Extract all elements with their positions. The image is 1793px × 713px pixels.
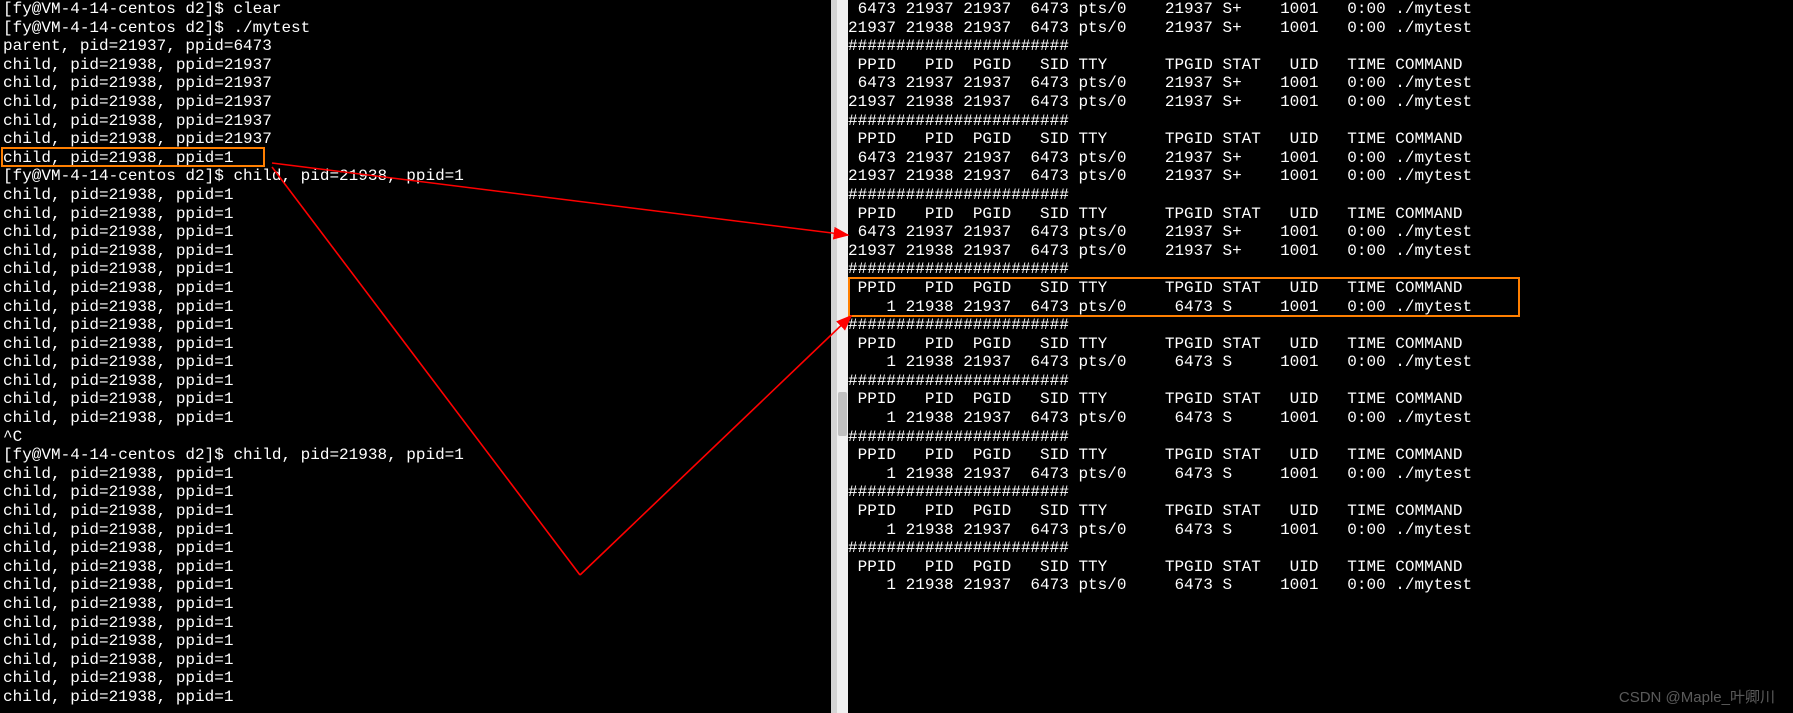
- terminal-line: #######################: [848, 37, 1790, 56]
- terminal-line: [fy@VM-4-14-centos d2]$ clear: [3, 0, 831, 19]
- terminal-line: child, pid=21938, ppid=1: [3, 205, 831, 224]
- terminal-line: #######################: [848, 186, 1790, 205]
- right-terminal-pane[interactable]: 6473 21937 21937 6473 pts/0 21937 S+ 100…: [848, 0, 1790, 595]
- terminal-line: child, pid=21938, ppid=1: [3, 149, 831, 168]
- terminal-line: #######################: [848, 539, 1790, 558]
- terminal-line: child, pid=21938, ppid=1: [3, 558, 831, 577]
- terminal-line: child, pid=21938, ppid=1: [3, 632, 831, 651]
- terminal-line: PPID PID PGID SID TTY TPGID STAT UID TIM…: [848, 335, 1790, 354]
- terminal-line: child, pid=21938, ppid=1: [3, 669, 831, 688]
- terminal-line: child, pid=21938, ppid=1: [3, 316, 831, 335]
- terminal-line: child, pid=21938, ppid=1: [3, 614, 831, 633]
- terminal-line: child, pid=21938, ppid=1: [3, 335, 831, 354]
- terminal-line: 6473 21937 21937 6473 pts/0 21937 S+ 100…: [848, 223, 1790, 242]
- terminal-line: PPID PID PGID SID TTY TPGID STAT UID TIM…: [848, 130, 1790, 149]
- terminal-line: 1 21938 21937 6473 pts/0 6473 S 1001 0:0…: [848, 465, 1790, 484]
- terminal-line: child, pid=21938, ppid=1: [3, 688, 831, 707]
- terminal-line: PPID PID PGID SID TTY TPGID STAT UID TIM…: [848, 446, 1790, 465]
- terminal-line: PPID PID PGID SID TTY TPGID STAT UID TIM…: [848, 390, 1790, 409]
- terminal-line: child, pid=21938, ppid=21937: [3, 112, 831, 131]
- terminal-line: #######################: [848, 372, 1790, 391]
- terminal-line: #######################: [848, 428, 1790, 447]
- left-terminal-pane[interactable]: [fy@VM-4-14-centos d2]$ clear[fy@VM-4-14…: [3, 0, 831, 707]
- scrollbar-thumb[interactable]: [838, 392, 847, 436]
- terminal-line: [fy@VM-4-14-centos d2]$ child, pid=21938…: [3, 167, 831, 186]
- terminal-line: #######################: [848, 260, 1790, 279]
- terminal-line: #######################: [848, 316, 1790, 335]
- terminal-line: child, pid=21938, ppid=1: [3, 223, 831, 242]
- terminal-line: 1 21938 21937 6473 pts/0 6473 S 1001 0:0…: [848, 521, 1790, 540]
- terminal-line: 21937 21938 21937 6473 pts/0 21937 S+ 10…: [848, 93, 1790, 112]
- terminal-line: parent, pid=21937, ppid=6473: [3, 37, 831, 56]
- terminal-line: 1 21938 21937 6473 pts/0 6473 S 1001 0:0…: [848, 298, 1790, 317]
- terminal-line: 21937 21938 21937 6473 pts/0 21937 S+ 10…: [848, 19, 1790, 38]
- terminal-line: child, pid=21938, ppid=1: [3, 279, 831, 298]
- terminal-line: child, pid=21938, ppid=1: [3, 186, 831, 205]
- terminal-line: child, pid=21938, ppid=1: [3, 576, 831, 595]
- terminal-line: PPID PID PGID SID TTY TPGID STAT UID TIM…: [848, 205, 1790, 224]
- terminal-line: child, pid=21938, ppid=1: [3, 595, 831, 614]
- terminal-line: 6473 21937 21937 6473 pts/0 21937 S+ 100…: [848, 149, 1790, 168]
- terminal-line: child, pid=21938, ppid=21937: [3, 130, 831, 149]
- terminal-line: child, pid=21938, ppid=1: [3, 409, 831, 428]
- terminal-line: 1 21938 21937 6473 pts/0 6473 S 1001 0:0…: [848, 409, 1790, 428]
- terminal-line: PPID PID PGID SID TTY TPGID STAT UID TIM…: [848, 558, 1790, 577]
- terminal-line: 1 21938 21937 6473 pts/0 6473 S 1001 0:0…: [848, 353, 1790, 372]
- terminal-line: ^C: [3, 428, 831, 447]
- terminal-line: PPID PID PGID SID TTY TPGID STAT UID TIM…: [848, 279, 1790, 298]
- terminal-line: child, pid=21938, ppid=1: [3, 502, 831, 521]
- terminal-line: child, pid=21938, ppid=1: [3, 372, 831, 391]
- terminal-line: child, pid=21938, ppid=1: [3, 539, 831, 558]
- terminal-line: [fy@VM-4-14-centos d2]$ child, pid=21938…: [3, 446, 831, 465]
- terminal-line: #######################: [848, 112, 1790, 131]
- terminal-line: PPID PID PGID SID TTY TPGID STAT UID TIM…: [848, 56, 1790, 75]
- terminal-line: PPID PID PGID SID TTY TPGID STAT UID TIM…: [848, 502, 1790, 521]
- scrollbar-track[interactable]: [837, 0, 848, 713]
- terminal-line: child, pid=21938, ppid=1: [3, 651, 831, 670]
- terminal-line: child, pid=21938, ppid=21937: [3, 93, 831, 112]
- terminal-line: [fy@VM-4-14-centos d2]$ ./mytest: [3, 19, 831, 38]
- terminal-line: #######################: [848, 483, 1790, 502]
- terminal-line: 21937 21938 21937 6473 pts/0 21937 S+ 10…: [848, 242, 1790, 261]
- watermark: CSDN @Maple_叶卿川: [1619, 686, 1775, 707]
- terminal-line: child, pid=21938, ppid=1: [3, 521, 831, 540]
- terminal-line: child, pid=21938, ppid=1: [3, 483, 831, 502]
- terminal-line: child, pid=21938, ppid=1: [3, 260, 831, 279]
- terminal-line: child, pid=21938, ppid=21937: [3, 56, 831, 75]
- terminal-line: child, pid=21938, ppid=1: [3, 353, 831, 372]
- terminal-line: 6473 21937 21937 6473 pts/0 21937 S+ 100…: [848, 0, 1790, 19]
- terminal-line: child, pid=21938, ppid=1: [3, 465, 831, 484]
- terminal-line: child, pid=21938, ppid=1: [3, 242, 831, 261]
- terminal-line: 21937 21938 21937 6473 pts/0 21937 S+ 10…: [848, 167, 1790, 186]
- terminal-line: 6473 21937 21937 6473 pts/0 21937 S+ 100…: [848, 74, 1790, 93]
- terminal-line: 1 21938 21937 6473 pts/0 6473 S 1001 0:0…: [848, 576, 1790, 595]
- terminal-line: child, pid=21938, ppid=1: [3, 390, 831, 409]
- terminal-line: child, pid=21938, ppid=21937: [3, 74, 831, 93]
- terminal-line: child, pid=21938, ppid=1: [3, 298, 831, 317]
